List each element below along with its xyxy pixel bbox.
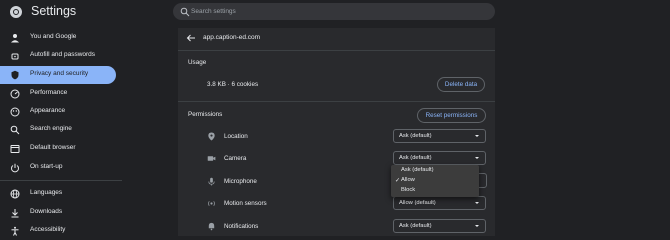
permission-label: Motion sensors — [224, 200, 267, 207]
back-arrow-icon[interactable] — [186, 33, 196, 43]
sidebar-item-you-and-google[interactable]: You and Google — [0, 29, 116, 47]
browser-icon — [10, 145, 20, 153]
reset-permissions-button[interactable]: Reset permissions — [417, 108, 486, 123]
sidebar-item-label: On start-up — [30, 163, 63, 170]
globe-icon — [10, 189, 20, 199]
header-divider — [178, 50, 495, 51]
dropdown-option-block[interactable]: Block — [391, 186, 479, 196]
sidebar-item-label: Default browser — [30, 144, 76, 151]
permission-label: Notifications — [224, 223, 259, 230]
sidebar-item-label: Downloads — [30, 208, 63, 215]
shield-icon — [11, 70, 19, 80]
sidebar-item-languages[interactable]: Languages — [0, 185, 116, 203]
sidebar-item-label: You and Google — [30, 33, 77, 40]
notifications-select[interactable]: Ask (default) — [393, 219, 486, 233]
sidebar-item-privacy[interactable]: Privacy and security — [0, 66, 116, 84]
sidebar-item-label: Accessibility — [30, 226, 66, 233]
checkmark-icon: ✓ — [395, 178, 401, 184]
sidebar-item-downloads[interactable]: Downloads — [0, 204, 116, 222]
power-icon — [11, 163, 19, 173]
sidebar-item-label: Autofill and passwords — [30, 51, 96, 58]
sidebar-divider — [0, 180, 122, 181]
location-select[interactable]: Ask (default) — [393, 129, 486, 143]
select-value: Ask (default) — [399, 133, 432, 139]
permission-row-notifications: Notifications Ask (default) — [178, 218, 495, 236]
speedometer-icon — [10, 89, 20, 99]
sidebar-item-autofill[interactable]: Autofill and passwords — [0, 47, 116, 65]
chevron-down-icon — [475, 225, 479, 227]
camera-icon — [207, 156, 216, 161]
chevron-down-icon — [475, 202, 479, 204]
permissions-heading: Permissions — [188, 111, 223, 118]
search-icon — [10, 125, 20, 135]
dropdown-option-ask[interactable]: Ask (default) — [391, 166, 479, 176]
sidebar-item-accessibility[interactable]: Accessibility — [0, 222, 116, 240]
sidebar-item-label: Languages — [30, 189, 63, 196]
permission-label: Microphone — [224, 178, 257, 185]
select-value: Ask (default) — [399, 223, 432, 229]
permission-row-location: Location Ask (default) — [178, 128, 495, 146]
sidebar-item-label: Search engine — [30, 125, 72, 132]
search-input[interactable] — [191, 3, 489, 20]
sidebar-item-performance[interactable]: Performance — [0, 85, 116, 103]
dropdown-option-allow[interactable]: ✓ Allow — [391, 176, 479, 186]
top-bar: Settings — [0, 0, 670, 26]
sidebar-item-label: Privacy and security — [30, 70, 89, 77]
app-title: Settings — [31, 4, 77, 18]
sidebar: You and Google Autofill and passwords Pr… — [0, 28, 122, 236]
chevron-down-icon — [475, 135, 479, 137]
microphone-icon — [208, 177, 215, 186]
permission-label: Location — [224, 133, 248, 140]
option-label: Block — [401, 187, 416, 193]
motion-sensors-icon — [208, 201, 215, 206]
sidebar-item-label: Appearance — [30, 107, 66, 114]
usage-text: 3.8 KB · 6 cookies — [207, 81, 259, 88]
accessibility-icon — [11, 226, 19, 236]
sidebar-item-search-engine[interactable]: Search engine — [0, 121, 116, 139]
search-icon — [180, 7, 190, 17]
option-label: Allow — [401, 177, 415, 183]
sidebar-item-appearance[interactable]: Appearance — [0, 103, 116, 121]
camera-select[interactable]: Ask (default) — [393, 151, 486, 165]
site-details-card: app.caption-ed.com Usage 3.8 KB · 6 cook… — [178, 28, 495, 236]
chevron-down-icon — [475, 157, 479, 159]
site-title: app.caption-ed.com — [203, 34, 261, 41]
location-icon — [208, 132, 215, 141]
microphone-dropdown-menu: Ask (default) ✓ Allow Block — [391, 165, 479, 197]
select-value: Ask (default) — [399, 155, 432, 161]
bell-icon — [208, 222, 215, 231]
palette-icon — [10, 107, 20, 117]
option-label: Ask (default) — [401, 167, 434, 173]
chrome-logo-icon — [10, 6, 22, 18]
permission-label: Camera — [224, 155, 247, 162]
sidebar-item-on-startup[interactable]: On start-up — [0, 159, 116, 177]
section-divider — [178, 101, 495, 102]
select-value: Allow (default) — [399, 200, 436, 206]
person-icon — [11, 34, 19, 43]
search-box[interactable] — [173, 3, 495, 20]
usage-heading: Usage — [188, 59, 207, 66]
key-icon — [11, 53, 19, 60]
sidebar-item-default-browser[interactable]: Default browser — [0, 140, 116, 158]
permission-row-motion-sensors: Motion sensors Allow (default) — [178, 195, 495, 213]
motion-sensors-select[interactable]: Allow (default) — [393, 196, 486, 210]
delete-data-button[interactable]: Delete data — [437, 77, 485, 92]
download-icon — [11, 209, 19, 218]
sidebar-item-label: Performance — [30, 89, 68, 96]
